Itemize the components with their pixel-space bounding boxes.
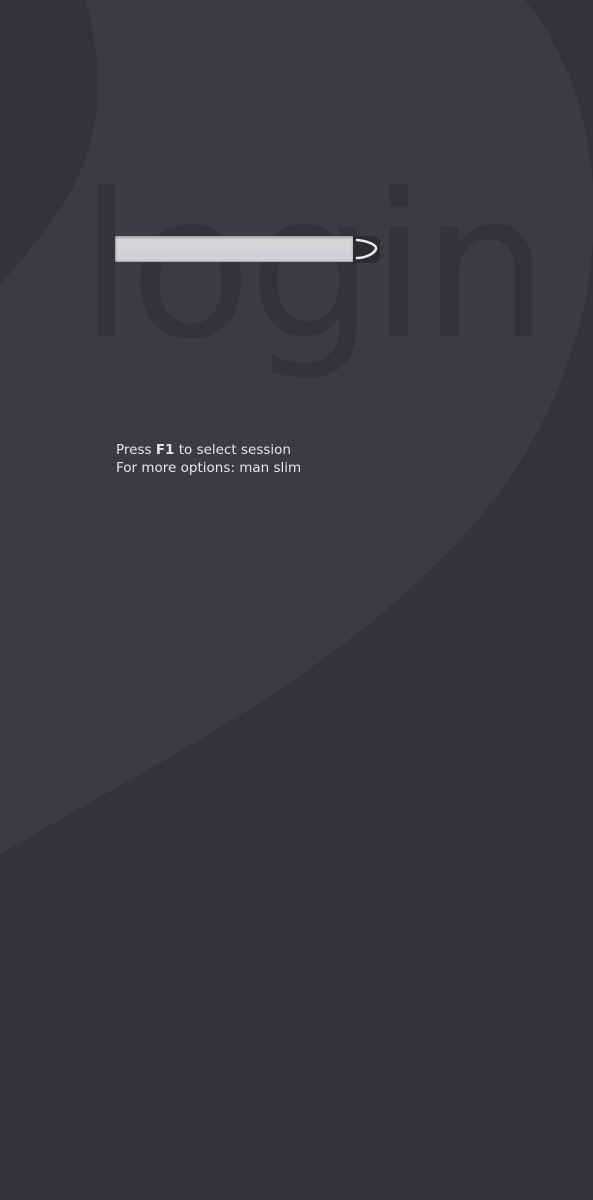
username-input[interactable] (115, 236, 354, 262)
f1-key-label: F1 (155, 442, 175, 458)
session-hint: Press F1 to select session (116, 441, 301, 459)
session-hint-suffix: to select session (174, 442, 291, 458)
hints-text: Press F1 to select session For more opti… (116, 441, 301, 477)
login-watermark: login (78, 151, 549, 384)
session-hint-prefix: Press (116, 442, 156, 458)
options-hint: For more options: man slim (116, 460, 302, 476)
submit-button[interactable] (353, 236, 380, 263)
arrow-swoosh-icon (355, 238, 378, 260)
